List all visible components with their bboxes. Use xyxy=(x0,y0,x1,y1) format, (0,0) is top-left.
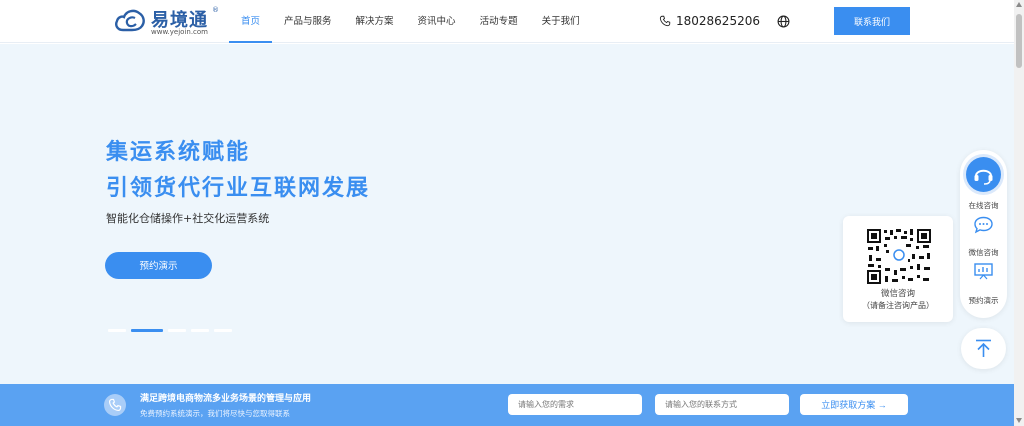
phone-icon xyxy=(108,398,122,412)
side-label-demo[interactable]: 预约演示 xyxy=(960,295,1007,306)
contact-us-button[interactable]: 联系我们 xyxy=(834,7,910,35)
side-label-wechat[interactable]: 微信咨询 xyxy=(960,247,1007,258)
contact-input[interactable] xyxy=(655,394,789,415)
phone-contact[interactable]: 18028625206 xyxy=(659,13,760,29)
nav-item-events[interactable]: 活动专题 xyxy=(468,0,530,43)
wechat-qr-popup: 微信咨询 （请备注咨询产品） xyxy=(843,216,953,322)
logo-url: www.yejoin.com xyxy=(151,28,208,36)
nav-item-solutions[interactable]: 解决方案 xyxy=(344,0,406,43)
floating-side-panel: 在线咨询 微信咨询 预约演示 xyxy=(960,150,1007,318)
logo-registered-mark: ® xyxy=(212,6,219,14)
hero-title-line1: 集运系统赋能 xyxy=(106,140,251,165)
nav-item-products[interactable]: 产品与服务 xyxy=(272,0,344,43)
get-solution-button[interactable]: 立即获取方案 → xyxy=(800,394,908,415)
carousel-dot[interactable] xyxy=(108,329,126,332)
chat-icon[interactable] xyxy=(973,216,994,234)
online-consult-button[interactable] xyxy=(966,157,1001,192)
bottom-subtitle: 免费预约系统演示，我们将尽快与您取得联系 xyxy=(140,409,290,418)
carousel-dot-active[interactable] xyxy=(131,329,163,332)
qr-note: （请备注咨询产品） xyxy=(862,301,934,310)
nav-item-about[interactable]: 关于我们 xyxy=(530,0,592,43)
scroll-up-arrow-icon[interactable] xyxy=(1016,2,1022,7)
phone-icon xyxy=(659,15,671,27)
logo[interactable]: 易境通 ® www.yejoin.com xyxy=(114,6,224,36)
qr-code xyxy=(866,228,932,285)
bottom-phone-badge xyxy=(104,394,126,416)
carousel-dot[interactable] xyxy=(168,329,186,332)
back-to-top-button[interactable] xyxy=(961,328,1006,369)
qr-title: 微信咨询 xyxy=(880,289,915,299)
presentation-icon[interactable] xyxy=(973,262,994,280)
book-demo-button[interactable]: 预约演示 xyxy=(105,252,212,279)
arrow-up-icon xyxy=(976,339,991,357)
phone-number: 18028625206 xyxy=(676,14,760,28)
hero-subtitle: 智能化仓储操作+社交化运营系统 xyxy=(106,212,270,225)
globe-icon[interactable] xyxy=(777,15,790,28)
logo-cloud-icon xyxy=(115,9,145,32)
carousel-indicators xyxy=(108,329,237,332)
hero-banner: 集运系统赋能 引领货代行业互联网发展 智能化仓储操作+社交化运营系统 预约演示 xyxy=(0,44,1014,384)
page-scrollbar[interactable] xyxy=(1014,0,1024,426)
site-header: 易境通 ® www.yejoin.com 首页 产品与服务 解决方案 资讯中心 … xyxy=(0,0,1014,43)
scroll-thumb[interactable] xyxy=(1016,14,1022,68)
demand-input[interactable] xyxy=(508,394,642,415)
carousel-dot[interactable] xyxy=(191,329,209,332)
headset-icon xyxy=(974,169,993,185)
hero-title-line2: 引领货代行业互联网发展 xyxy=(106,176,371,201)
scroll-down-arrow-icon[interactable] xyxy=(1016,418,1022,423)
nav-item-home[interactable]: 首页 xyxy=(229,0,273,43)
main-nav: 首页 产品与服务 解决方案 资讯中心 活动专题 关于我们 xyxy=(229,0,592,43)
nav-item-news[interactable]: 资讯中心 xyxy=(406,0,468,43)
carousel-dot[interactable] xyxy=(214,329,232,332)
bottom-title: 满足跨境电商物流多业务场景的管理与应用 xyxy=(140,394,312,404)
side-label-online[interactable]: 在线咨询 xyxy=(960,200,1007,211)
bottom-lead-bar: 满足跨境电商物流多业务场景的管理与应用 免费预约系统演示，我们将尽快与您取得联系… xyxy=(0,384,1014,426)
